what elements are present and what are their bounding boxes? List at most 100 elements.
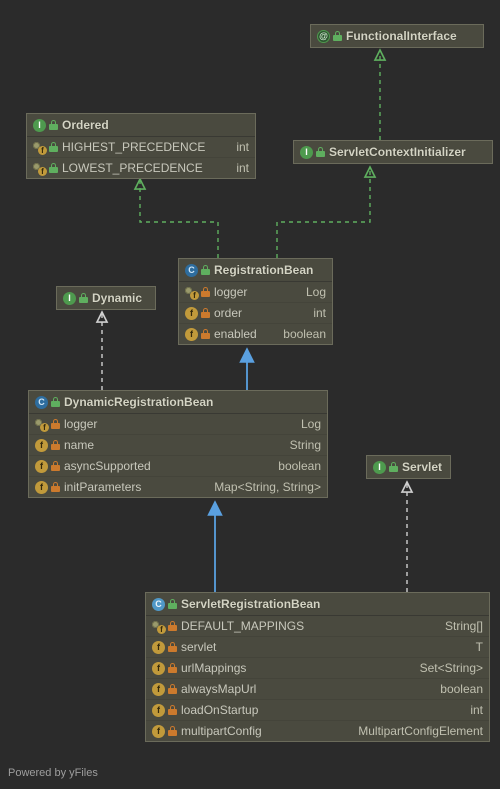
class-field: f loadOnStartup int bbox=[146, 699, 489, 720]
interface-icon: I bbox=[373, 461, 386, 474]
lock-icon bbox=[51, 461, 60, 471]
class-title: ServletContextInitializer bbox=[329, 145, 466, 159]
field-name: name bbox=[64, 438, 94, 452]
class-ordered[interactable]: I Ordered f HIGHEST_PRECEDENCE int f LOW… bbox=[26, 113, 256, 179]
field-icon: f bbox=[35, 460, 48, 473]
lock-icon bbox=[201, 265, 210, 275]
class-header: @ FunctionalInterface bbox=[311, 25, 483, 47]
field-name: enabled bbox=[214, 327, 257, 341]
lock-icon bbox=[201, 308, 210, 318]
field-type: boolean bbox=[264, 682, 483, 696]
lock-icon bbox=[201, 287, 210, 297]
field-type: Map<String, String> bbox=[149, 480, 321, 494]
class-servlet[interactable]: I Servlet bbox=[366, 455, 451, 479]
class-servlet-context-initializer[interactable]: I ServletContextInitializer bbox=[293, 140, 493, 164]
class-header: I Ordered bbox=[27, 114, 255, 137]
field-icon: f bbox=[152, 683, 165, 696]
field-type: int bbox=[250, 306, 326, 320]
field-name: multipartConfig bbox=[181, 724, 262, 738]
field-name: LOWEST_PRECEDENCE bbox=[62, 161, 203, 175]
field-type: Log bbox=[255, 285, 326, 299]
field-icon: f bbox=[152, 704, 165, 717]
field-name: asyncSupported bbox=[64, 459, 151, 473]
lock-icon bbox=[49, 120, 58, 130]
field-name: order bbox=[214, 306, 242, 320]
field-icon: f bbox=[152, 641, 165, 654]
field-name: loadOnStartup bbox=[181, 703, 258, 717]
field-icon: f bbox=[35, 439, 48, 452]
class-header: I Servlet bbox=[367, 456, 450, 478]
lock-icon bbox=[168, 684, 177, 694]
field-name: alwaysMapUrl bbox=[181, 682, 256, 696]
field-type: Log bbox=[105, 417, 321, 431]
class-field: f enabled boolean bbox=[179, 323, 332, 344]
class-field: f multipartConfig MultipartConfigElement bbox=[146, 720, 489, 741]
class-header: C RegistrationBean bbox=[179, 259, 332, 282]
static-field-icon: f bbox=[152, 620, 165, 633]
field-type: String[] bbox=[312, 619, 483, 633]
lock-icon bbox=[389, 462, 398, 472]
lock-icon bbox=[168, 642, 177, 652]
class-field: f asyncSupported boolean bbox=[29, 455, 327, 476]
field-icon: f bbox=[185, 307, 198, 320]
class-header: I Dynamic bbox=[57, 287, 155, 309]
class-functional-interface[interactable]: @ FunctionalInterface bbox=[310, 24, 484, 48]
lock-icon bbox=[168, 726, 177, 736]
static-field-icon: f bbox=[33, 141, 46, 154]
field-icon: f bbox=[152, 662, 165, 675]
field-type: T bbox=[224, 640, 483, 654]
class-field: f servlet T bbox=[146, 636, 489, 657]
class-field: f DEFAULT_MAPPINGS String[] bbox=[146, 616, 489, 636]
class-field: f order int bbox=[179, 302, 332, 323]
class-field: f LOWEST_PRECEDENCE int bbox=[27, 157, 255, 178]
field-type: int bbox=[211, 161, 249, 175]
interface-icon: I bbox=[63, 292, 76, 305]
class-dynamic-registration-bean[interactable]: C DynamicRegistrationBean f logger Log f… bbox=[28, 390, 328, 498]
field-name: servlet bbox=[181, 640, 216, 654]
field-type: boolean bbox=[265, 327, 326, 341]
lock-icon bbox=[51, 440, 60, 450]
field-type: int bbox=[213, 140, 249, 154]
annotation-icon: @ bbox=[317, 30, 330, 43]
lock-icon bbox=[201, 329, 210, 339]
lock-icon bbox=[79, 293, 88, 303]
lock-icon bbox=[49, 163, 58, 173]
field-name: logger bbox=[64, 417, 97, 431]
field-name: logger bbox=[214, 285, 247, 299]
class-field: f urlMappings Set<String> bbox=[146, 657, 489, 678]
class-title: Ordered bbox=[62, 118, 109, 132]
lock-icon bbox=[49, 142, 58, 152]
class-registration-bean[interactable]: C RegistrationBean f logger Log f order … bbox=[178, 258, 333, 345]
class-field: f initParameters Map<String, String> bbox=[29, 476, 327, 497]
class-field: f name String bbox=[29, 434, 327, 455]
field-name: HIGHEST_PRECEDENCE bbox=[62, 140, 205, 154]
footer-attribution: Powered by yFiles bbox=[8, 767, 98, 779]
lock-icon bbox=[168, 599, 177, 609]
class-title: Dynamic bbox=[92, 291, 142, 305]
field-icon: f bbox=[185, 328, 198, 341]
class-header: C DynamicRegistrationBean bbox=[29, 391, 327, 414]
class-title: DynamicRegistrationBean bbox=[64, 395, 213, 409]
class-field: f alwaysMapUrl boolean bbox=[146, 678, 489, 699]
class-title: ServletRegistrationBean bbox=[181, 597, 320, 611]
lock-icon bbox=[168, 621, 177, 631]
abstract-class-icon: C bbox=[185, 264, 198, 277]
interface-icon: I bbox=[33, 119, 46, 132]
class-title: FunctionalInterface bbox=[346, 29, 457, 43]
diagram-canvas: @ FunctionalInterface I Ordered f HIGHES… bbox=[0, 0, 500, 789]
field-icon: f bbox=[35, 481, 48, 494]
lock-icon bbox=[316, 147, 325, 157]
field-type: boolean bbox=[159, 459, 321, 473]
class-servlet-registration-bean[interactable]: C ServletRegistrationBean f DEFAULT_MAPP… bbox=[145, 592, 490, 742]
class-header: C ServletRegistrationBean bbox=[146, 593, 489, 616]
lock-icon bbox=[168, 705, 177, 715]
field-name: initParameters bbox=[64, 480, 141, 494]
static-field-icon: f bbox=[185, 286, 198, 299]
class-field: f logger Log bbox=[29, 414, 327, 434]
class-dynamic[interactable]: I Dynamic bbox=[56, 286, 156, 310]
lock-icon bbox=[51, 397, 60, 407]
lock-icon bbox=[51, 482, 60, 492]
lock-icon bbox=[333, 31, 342, 41]
abstract-class-icon: C bbox=[35, 396, 48, 409]
class-header: I ServletContextInitializer bbox=[294, 141, 492, 163]
